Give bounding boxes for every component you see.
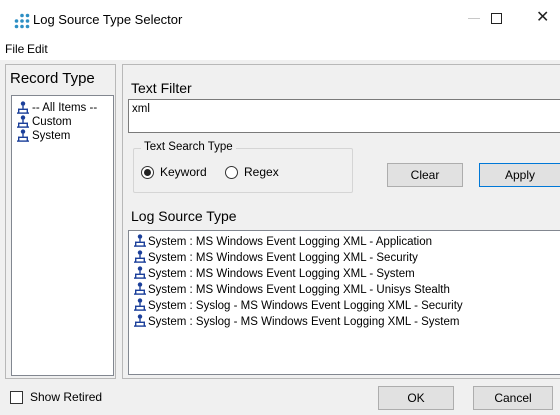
list-item-label: System : MS Windows Event Logging XML - … (148, 268, 415, 280)
record-type-item[interactable]: Custom (17, 115, 72, 129)
record-type-label: System (32, 130, 71, 142)
maximize-button[interactable] (491, 13, 502, 24)
apply-button[interactable]: Apply (479, 163, 560, 187)
menu-edit[interactable]: Edit (27, 42, 48, 56)
record-icon (134, 282, 146, 295)
record-icon (134, 298, 146, 311)
record-icon (17, 115, 29, 128)
list-item-label: System : MS Windows Event Logging XML - … (148, 284, 450, 296)
text-filter-input[interactable]: xml (128, 99, 560, 133)
list-item[interactable]: System : MS Windows Event Logging XML - … (134, 250, 418, 266)
list-item[interactable]: System : MS Windows Event Logging XML - … (134, 234, 432, 250)
close-button[interactable]: ✕ (536, 8, 549, 28)
list-item-label: System : MS Windows Event Logging XML - … (148, 236, 433, 248)
record-icon (134, 314, 146, 327)
record-type-label: Custom (32, 116, 72, 128)
title-bar: Log Source Type Selector ✕ (0, 0, 560, 38)
filter-panel: Text Filter xml Text Search Type Keyword… (122, 64, 560, 379)
record-icon (134, 250, 146, 263)
minimize-button[interactable] (468, 18, 480, 19)
record-icon (134, 234, 146, 247)
list-item-label: System : Syslog - MS Windows Event Loggi… (148, 300, 463, 312)
ok-button[interactable]: OK (378, 386, 454, 410)
record-type-heading: Record Type (10, 70, 95, 87)
list-item[interactable]: System : Syslog - MS Windows Event Loggi… (134, 298, 463, 314)
regex-radio-label[interactable]: Regex (244, 165, 279, 179)
window-title: Log Source Type Selector (33, 12, 183, 27)
record-icon (17, 129, 29, 142)
show-retired-checkbox[interactable] (10, 391, 23, 404)
list-item[interactable]: System : MS Windows Event Logging XML - … (134, 266, 415, 282)
record-type-list[interactable]: -- All Items -- Custom System (11, 95, 114, 376)
show-retired-label[interactable]: Show Retired (30, 390, 102, 404)
record-icon (17, 101, 29, 114)
menu-file[interactable]: File (5, 42, 24, 56)
menu-bar: File Edit (0, 38, 560, 60)
dots-app-icon (14, 13, 30, 29)
text-search-type-group: Text Search Type Keyword Regex (133, 141, 353, 193)
list-item[interactable]: System : Syslog - MS Windows Event Loggi… (134, 314, 459, 330)
cancel-button[interactable]: Cancel (473, 386, 553, 410)
keyword-radio-label[interactable]: Keyword (160, 165, 207, 179)
record-type-panel: Record Type -- All Items -- Custom Syste… (5, 64, 116, 379)
clear-button[interactable]: Clear (387, 163, 463, 187)
record-type-label: -- All Items -- (32, 102, 98, 114)
record-type-item[interactable]: System (17, 129, 70, 143)
record-type-item[interactable]: -- All Items -- (17, 101, 97, 115)
keyword-radio[interactable] (141, 166, 154, 179)
radio-selected-dot (144, 169, 151, 176)
text-search-type-legend: Text Search Type (141, 141, 236, 153)
log-source-type-heading: Log Source Type (131, 208, 237, 224)
list-item[interactable]: System : MS Windows Event Logging XML - … (134, 282, 450, 298)
log-source-type-list[interactable]: System : MS Windows Event Logging XML - … (128, 230, 560, 375)
regex-radio[interactable] (225, 166, 238, 179)
record-icon (134, 266, 146, 279)
text-filter-heading: Text Filter (131, 80, 192, 96)
list-item-label: System : MS Windows Event Logging XML - … (148, 252, 418, 264)
list-item-label: System : Syslog - MS Windows Event Loggi… (148, 316, 460, 328)
